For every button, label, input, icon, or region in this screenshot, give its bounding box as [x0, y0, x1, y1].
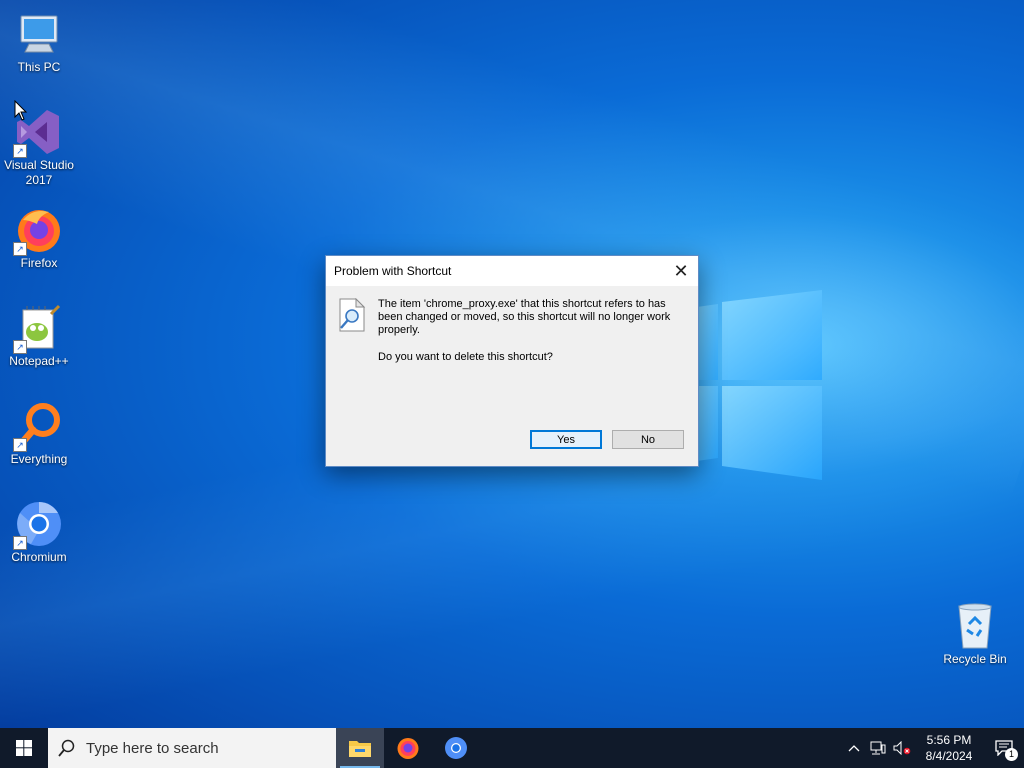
desktop-icon-this-pc[interactable]: This PC: [0, 10, 78, 75]
no-button[interactable]: No: [612, 430, 684, 449]
volume-muted-icon[interactable]: [890, 728, 914, 768]
shortcut-search-icon: [339, 298, 366, 332]
notepadpp-icon: ↗: [13, 304, 63, 354]
desktop-icon-chromium[interactable]: ↗ Chromium: [0, 500, 78, 565]
shortcut-arrow-icon: ↗: [13, 438, 27, 452]
clock-time: 5:56 PM: [926, 733, 972, 747]
windows-start-icon: [16, 740, 32, 756]
shortcut-arrow-icon: ↗: [13, 242, 27, 256]
action-center-button[interactable]: 1: [984, 728, 1024, 768]
desktop-icon-label: Notepad++: [9, 354, 69, 368]
windows-wallpaper-logo: [690, 290, 822, 480]
dialog-body: The item 'chrome_proxy.exe' that this sh…: [326, 286, 698, 464]
desktop-icon-label: Firefox: [20, 256, 58, 270]
dialog-title: Problem with Shortcut: [334, 264, 452, 278]
desktop-icon-visual-studio[interactable]: ↗ Visual Studio 2017: [0, 108, 78, 188]
desktop-icon-recycle-bin[interactable]: Recycle Bin: [936, 602, 1014, 667]
everything-search-icon: ↗: [13, 402, 63, 452]
taskbar-search-box[interactable]: Type here to search: [48, 728, 336, 768]
desktop-icon-notepadpp[interactable]: ↗ Notepad++: [0, 304, 78, 369]
dialog-titlebar[interactable]: Problem with Shortcut ✕: [326, 256, 698, 286]
file-explorer-icon: [349, 741, 371, 757]
close-button[interactable]: ✕: [664, 256, 698, 286]
problem-with-shortcut-dialog: Problem with Shortcut ✕ The item 'chrome…: [325, 255, 699, 467]
start-button[interactable]: [0, 728, 48, 768]
clock-date: 8/4/2024: [925, 749, 973, 763]
taskbar-clock[interactable]: 5:56 PM 8/4/2024: [914, 732, 984, 764]
dialog-message: The item 'chrome_proxy.exe' that this sh…: [378, 298, 678, 378]
desktop-icon-label: Visual Studio 2017: [4, 158, 74, 187]
desktop-icon-label: Chromium: [11, 550, 67, 564]
desktop-icon-firefox[interactable]: ↗ Firefox: [0, 206, 78, 271]
mouse-cursor-icon: [14, 100, 28, 121]
desktop-icon-label: Recycle Bin: [943, 652, 1007, 666]
notification-count-badge: 1: [1005, 748, 1018, 761]
desktop-icon-label: This PC: [17, 60, 61, 74]
monitor-icon: [15, 10, 63, 58]
dialog-message-text: The item 'chrome_proxy.exe' that this sh…: [378, 298, 671, 336]
chromium-icon: ↗: [13, 500, 63, 550]
network-icon[interactable]: [866, 728, 890, 768]
taskbar: Type here to search 5:56 PM 8/4/2024 1: [0, 728, 1024, 768]
taskbar-chromium[interactable]: [432, 728, 480, 768]
taskbar-firefox[interactable]: [384, 728, 432, 768]
search-placeholder: Type here to search: [86, 739, 219, 757]
dialog-question-text: Do you want to delete this shortcut?: [378, 351, 553, 363]
shortcut-arrow-icon: ↗: [13, 144, 27, 158]
firefox-icon: [397, 738, 419, 759]
desktop-icon-label: Everything: [10, 452, 68, 466]
desktop-icon-everything[interactable]: ↗ Everything: [0, 402, 78, 467]
recycle-bin-icon: [951, 602, 999, 650]
search-icon: [58, 739, 75, 757]
close-icon: ✕: [673, 260, 689, 281]
chromium-icon: [445, 737, 467, 759]
system-tray: 5:56 PM 8/4/2024 1: [842, 728, 1024, 768]
shortcut-arrow-icon: ↗: [13, 340, 27, 354]
firefox-icon: ↗: [13, 206, 63, 256]
yes-button[interactable]: Yes: [530, 430, 602, 449]
show-hidden-icons-chevron-up-icon[interactable]: [842, 728, 866, 768]
shortcut-arrow-icon: ↗: [13, 536, 27, 550]
taskbar-file-explorer[interactable]: [336, 728, 384, 768]
